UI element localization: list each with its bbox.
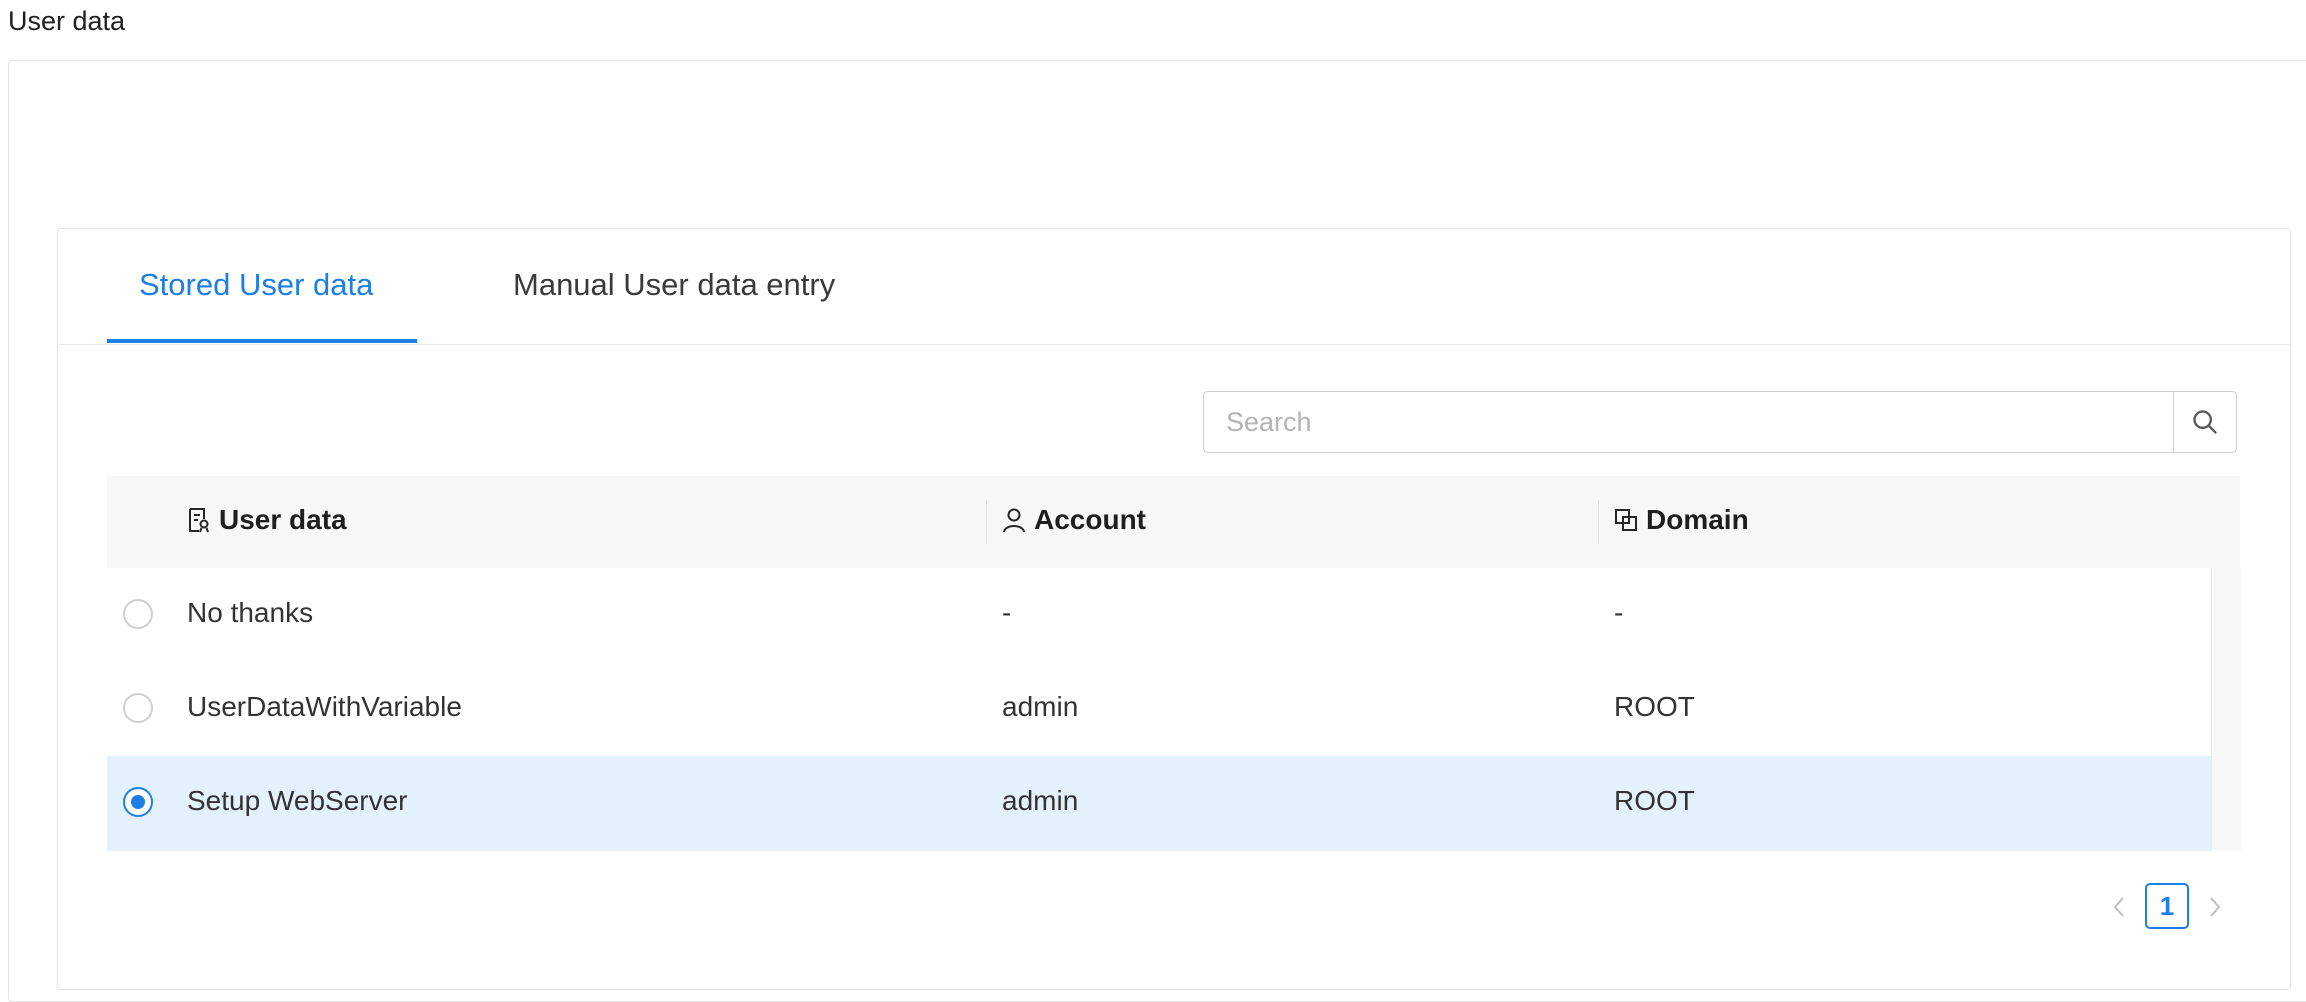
- table-row[interactable]: No thanks - -: [107, 568, 2211, 663]
- active-tab-indicator: [107, 339, 417, 343]
- pagination-prev-button[interactable]: [2104, 883, 2134, 931]
- section-title: User data: [8, 6, 126, 36]
- table-row[interactable]: UserDataWithVariable admin ROOT: [107, 662, 2211, 757]
- search-box: [1203, 391, 2237, 453]
- row-radio[interactable]: [123, 693, 153, 723]
- cell-domain: ROOT: [1614, 691, 1695, 722]
- cell-user-data-name: UserDataWithVariable: [187, 691, 462, 722]
- column-label-domain: Domain: [1646, 504, 1749, 535]
- table-scrollbar[interactable]: [2211, 568, 2241, 850]
- cell-domain: ROOT: [1614, 785, 1695, 816]
- file-text-icon: [189, 508, 209, 533]
- column-header-domain[interactable]: Domain: [1614, 504, 1749, 536]
- user-icon: [1003, 508, 1025, 533]
- search-input[interactable]: [1204, 392, 2172, 452]
- column-divider: [1598, 500, 1599, 544]
- table-header: User data Account Domain: [107, 476, 2240, 569]
- column-header-account[interactable]: Account: [1002, 504, 1146, 536]
- column-label-user-data: User data: [219, 504, 347, 535]
- tab-stored-user-data[interactable]: Stored User data: [139, 267, 373, 303]
- row-radio-checked[interactable]: [123, 787, 153, 817]
- cell-domain: -: [1614, 597, 1624, 628]
- tabs-bar: Stored User data Manual User data entry: [58, 229, 2290, 345]
- tab-manual-user-data-entry[interactable]: Manual User data entry: [513, 267, 835, 303]
- cell-account: admin: [1002, 785, 1079, 816]
- cell-account: admin: [1002, 691, 1079, 722]
- pagination-next-button[interactable]: [2200, 883, 2230, 931]
- cell-user-data-name: Setup WebServer: [187, 785, 408, 816]
- search-icon: [2193, 410, 2217, 434]
- column-label-account: Account: [1034, 504, 1146, 535]
- block-icon: [1615, 509, 1637, 531]
- cell-account: -: [1002, 597, 1012, 628]
- column-header-user-data[interactable]: User data: [187, 504, 347, 536]
- row-radio[interactable]: [123, 599, 153, 629]
- search-button[interactable]: [2173, 392, 2236, 452]
- user-data-card: Stored User data Manual User data entry: [57, 228, 2291, 990]
- pagination-page-current[interactable]: 1: [2145, 883, 2189, 929]
- chevron-right-icon: [2210, 897, 2221, 917]
- column-divider: [986, 500, 987, 544]
- cell-user-data-name: No thanks: [187, 597, 314, 628]
- table-row-selected[interactable]: Setup WebServer admin ROOT: [107, 756, 2211, 851]
- chevron-left-icon: [2113, 897, 2124, 917]
